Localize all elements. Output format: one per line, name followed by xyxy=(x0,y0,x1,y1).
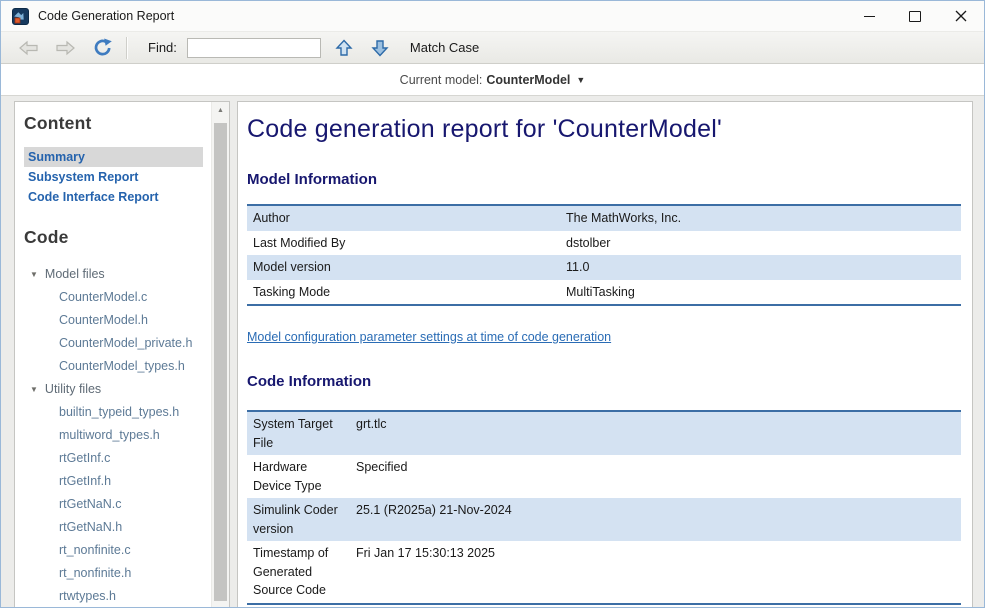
tree-group-model-files[interactable]: ▼ Model files xyxy=(24,263,203,286)
maximize-button[interactable] xyxy=(892,1,938,31)
content-area: Content Summary Subsystem Report Code In… xyxy=(14,101,973,608)
tree-file-item[interactable]: CounterModel.h xyxy=(24,309,203,332)
generated-files-tree: ▼ Model files CounterModel.c CounterModel… xyxy=(24,263,203,608)
tree-collapse-icon[interactable]: ▼ xyxy=(30,385,38,394)
model-dropdown-icon[interactable]: ▼ xyxy=(576,75,585,85)
tree-file-item[interactable]: rt_nonfinite.h xyxy=(24,562,203,585)
table-row: Timestamp of Generated Source Code Fri J… xyxy=(247,541,961,604)
sidebar-scrollbar[interactable]: ▲ xyxy=(211,102,229,608)
scroll-up-button[interactable]: ▲ xyxy=(212,102,229,119)
refresh-icon xyxy=(93,38,113,57)
table-row: Tasking Mode MultiTasking xyxy=(247,280,961,306)
scrollbar-thumb[interactable] xyxy=(214,123,227,601)
match-case-toggle[interactable]: Match Case xyxy=(410,40,479,55)
find-toolbar: Find: Match Case xyxy=(1,32,984,64)
current-model-label: Current model: xyxy=(400,73,483,87)
table-row: Model version 11.0 xyxy=(247,255,961,280)
table-row: Author The MathWorks, Inc. xyxy=(247,205,961,231)
window-controls xyxy=(846,1,984,31)
row-label: System Target File xyxy=(247,411,350,455)
code-generation-report-window: Code Generation Report xyxy=(0,0,985,608)
tree-file-item[interactable]: CounterModel_types.h xyxy=(24,355,203,378)
tree-file-item[interactable]: multiword_types.h xyxy=(24,424,203,447)
tree-group-label: Model files xyxy=(45,267,105,281)
tree-file-item[interactable]: CounterModel_private.h xyxy=(24,332,203,355)
tree-file-item[interactable]: builtin_typeid_types.h xyxy=(24,401,203,424)
up-arrow-icon xyxy=(335,39,353,57)
table-row: Last Modified By dstolber xyxy=(247,231,961,256)
row-label: Timestamp of Generated Source Code xyxy=(247,541,350,604)
tree-file-item[interactable]: rtGetNaN.c xyxy=(24,493,203,516)
minimize-icon xyxy=(864,16,875,17)
sidebar: Content Summary Subsystem Report Code In… xyxy=(14,101,230,608)
row-value: MultiTasking xyxy=(560,280,961,306)
row-label: Tasking Mode xyxy=(247,280,560,306)
tree-file-item[interactable]: rtwtypes.h xyxy=(24,585,203,608)
refresh-button[interactable] xyxy=(88,36,118,59)
current-model-value: CounterModel xyxy=(486,73,570,87)
current-model-bar[interactable]: Current model: CounterModel ▼ xyxy=(1,64,984,96)
code-info-table: System Target File grt.tlc Hardware Devi… xyxy=(247,410,961,605)
report-nav: Summary Subsystem Report Code Interface … xyxy=(24,147,203,207)
close-button[interactable] xyxy=(938,1,984,31)
report-main: Code generation report for 'CounterModel… xyxy=(237,101,973,608)
toolbar-separator xyxy=(126,37,128,59)
forward-button[interactable] xyxy=(50,38,81,58)
table-row: Simulink Coder version 25.1 (R2025a) 21-… xyxy=(247,498,961,541)
page-title: Code generation report for 'CounterModel… xyxy=(247,115,962,144)
tree-group-label: Utility files xyxy=(45,382,101,396)
titlebar: Code Generation Report xyxy=(1,1,984,32)
row-value: Specified xyxy=(350,455,961,498)
tree-file-item[interactable]: rtGetInf.h xyxy=(24,470,203,493)
close-icon xyxy=(955,10,967,22)
model-info-table: Author The MathWorks, Inc. Last Modified… xyxy=(247,204,961,306)
forward-arrow-icon xyxy=(55,40,76,56)
tree-group-utility-files[interactable]: ▼ Utility files xyxy=(24,378,203,401)
tree-file-item[interactable]: rt_nonfinite.c xyxy=(24,539,203,562)
tree-file-item[interactable]: rtGetNaN.h xyxy=(24,516,203,539)
tree-collapse-icon[interactable]: ▼ xyxy=(30,270,38,279)
window-title: Code Generation Report xyxy=(38,9,174,23)
row-value: 25.1 (R2025a) 21-Nov-2024 xyxy=(350,498,961,541)
content-heading: Content xyxy=(24,113,203,134)
tree-file-item[interactable]: CounterModel.c xyxy=(24,286,203,309)
sidebar-item-summary[interactable]: Summary xyxy=(24,147,203,167)
back-button[interactable] xyxy=(13,38,44,58)
row-label: Model version xyxy=(247,255,560,280)
sidebar-item-subsystem-report[interactable]: Subsystem Report xyxy=(24,167,203,187)
row-value: 11.0 xyxy=(560,255,961,280)
find-input[interactable] xyxy=(187,38,321,58)
row-value: grt.tlc xyxy=(350,411,961,455)
section-heading-model-information: Model Information xyxy=(247,171,962,188)
row-label: Hardware Device Type xyxy=(247,455,350,498)
down-arrow-icon xyxy=(371,39,389,57)
row-label: Last Modified By xyxy=(247,231,560,256)
table-row: Hardware Device Type Specified xyxy=(247,455,961,498)
row-value: Fri Jan 17 15:30:13 2025 xyxy=(350,541,961,604)
find-previous-button[interactable] xyxy=(330,37,358,59)
config-settings-link[interactable]: Model configuration parameter settings a… xyxy=(247,330,611,344)
section-heading-code-information: Code Information xyxy=(247,373,962,390)
code-heading: Code xyxy=(24,227,203,248)
sidebar-item-code-interface-report[interactable]: Code Interface Report xyxy=(24,187,203,207)
table-row: System Target File grt.tlc xyxy=(247,411,961,455)
back-arrow-icon xyxy=(18,40,39,56)
minimize-button[interactable] xyxy=(846,1,892,31)
row-label: Author xyxy=(247,205,560,231)
report-app-icon xyxy=(12,8,29,25)
find-next-button[interactable] xyxy=(366,37,394,59)
row-value: dstolber xyxy=(560,231,961,256)
find-label: Find: xyxy=(148,40,177,55)
row-label: Simulink Coder version xyxy=(247,498,350,541)
maximize-icon xyxy=(909,11,921,22)
row-value: The MathWorks, Inc. xyxy=(560,205,961,231)
tree-file-item[interactable]: rtGetInf.c xyxy=(24,447,203,470)
